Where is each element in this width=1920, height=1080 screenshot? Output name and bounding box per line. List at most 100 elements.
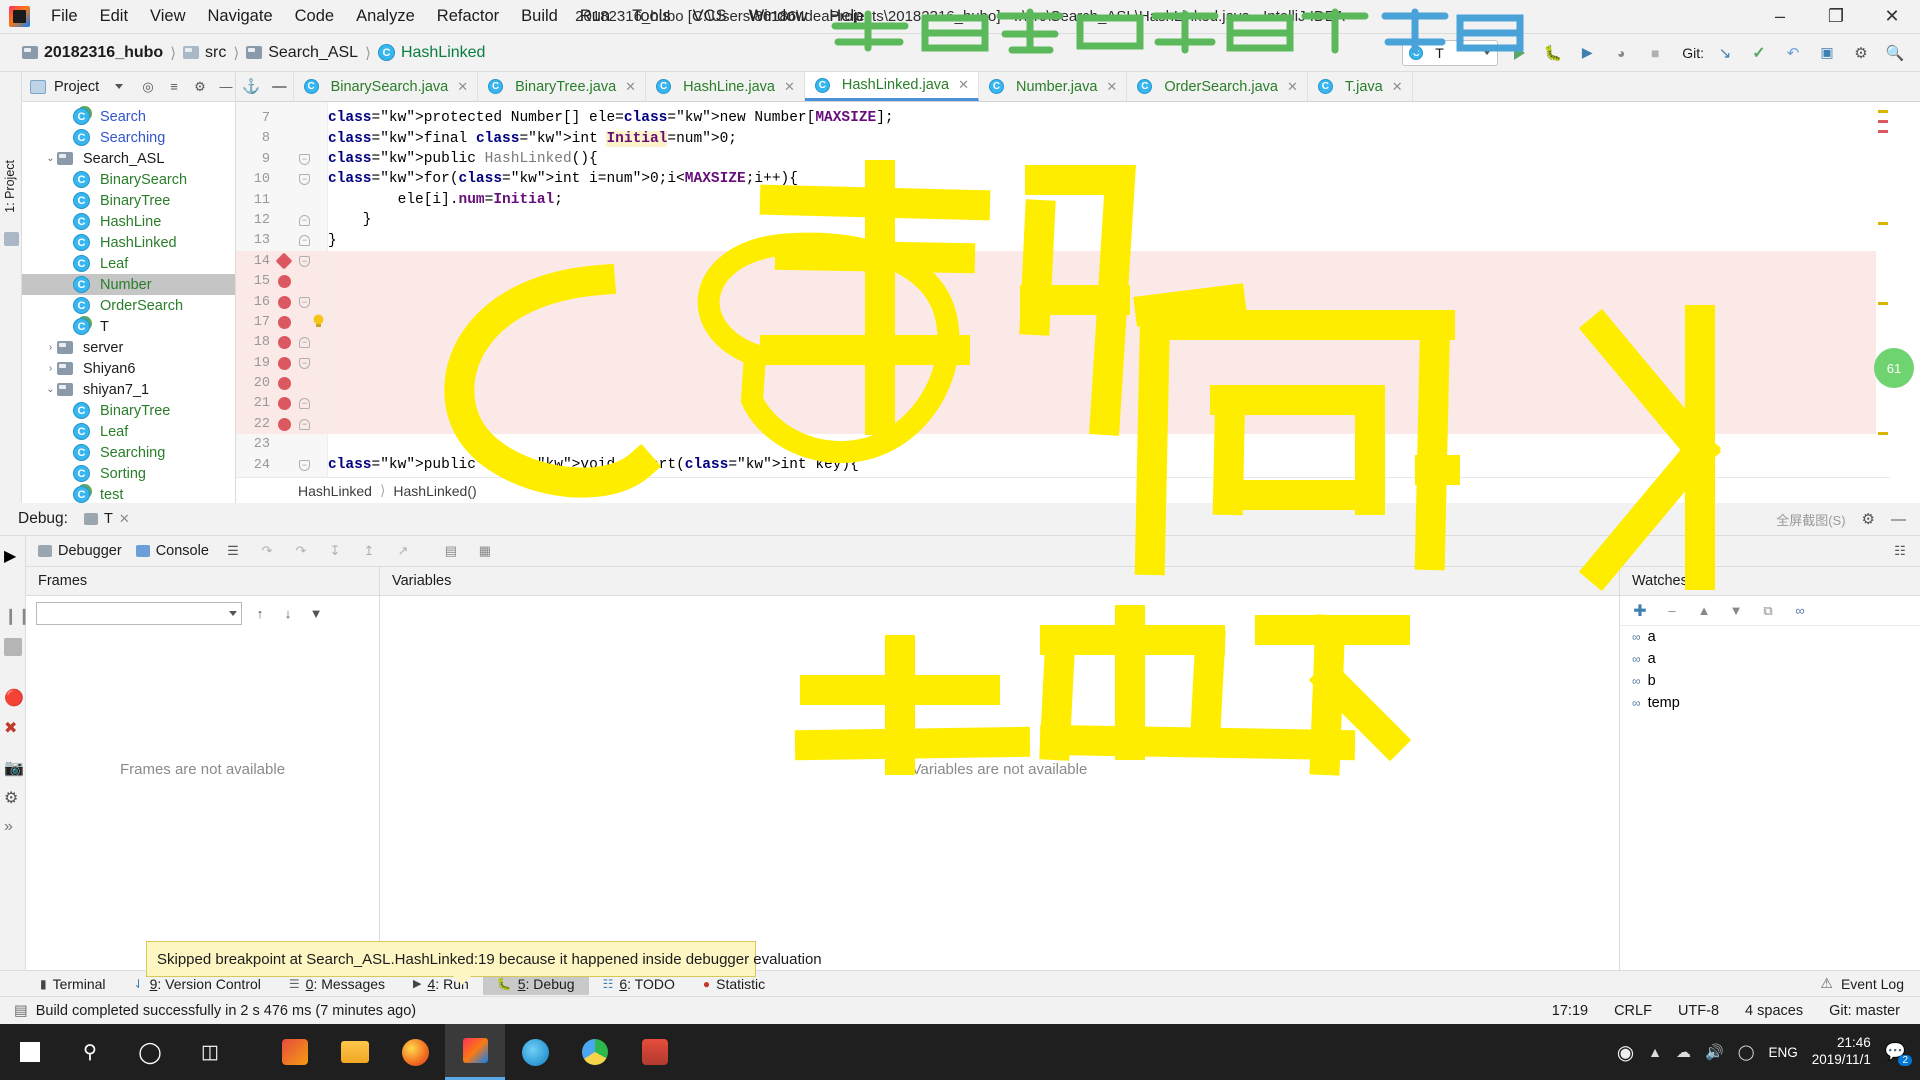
intention-bulb-icon[interactable] (312, 314, 325, 329)
taskbar-file-explorer[interactable] (325, 1024, 385, 1080)
gutter-line-9[interactable]: 9− (236, 149, 327, 169)
menu-navigate[interactable]: Navigate (197, 4, 284, 29)
breadcrumb-package[interactable]: Search_ASL (246, 44, 358, 62)
editor-tab-hashlinked-java[interactable]: C HashLinked.java ✕ (804, 72, 979, 101)
hide-tabs-icon[interactable]: — (266, 72, 294, 101)
editor-tab-binarysearch-java[interactable]: C BinarySearch.java ✕ (294, 72, 479, 101)
restore-layout-icon[interactable]: ☷ (1890, 541, 1910, 561)
more-icon[interactable]: » (4, 818, 22, 836)
gutter-line-11[interactable]: 11 (236, 190, 327, 210)
gutter-line-20[interactable]: 20 (236, 373, 327, 393)
tree-item-test[interactable]: Ctest (22, 484, 235, 505)
screenshot-button[interactable]: ▣ (1814, 40, 1840, 66)
start-button[interactable] (0, 1024, 60, 1080)
fold-marker-icon[interactable]: − (299, 357, 310, 369)
fold-marker-icon[interactable]: − (299, 418, 310, 430)
hide-icon[interactable]: — (217, 78, 235, 96)
taskbar-browser[interactable] (565, 1024, 625, 1080)
toolstrip-terminal[interactable]: ▮ Terminal (26, 973, 120, 995)
filter-icon[interactable]: ▼ (306, 603, 326, 623)
cortana-button[interactable]: ◯ (120, 1024, 180, 1080)
commit-button[interactable]: ✓ (1746, 40, 1772, 66)
taskbar-app-1[interactable] (265, 1024, 325, 1080)
gutter-line-19[interactable]: 19 − (236, 353, 327, 373)
gutter-line-21[interactable]: 21 − (236, 393, 327, 413)
editor-tab-hashline-java[interactable]: C HashLine.java ✕ (646, 72, 805, 101)
tree-item-binarytree[interactable]: C BinaryTree (22, 190, 235, 211)
tab-debugger[interactable]: Debugger (38, 543, 122, 559)
show-execution-point-icon[interactable]: ↷ (257, 541, 277, 561)
run-with-coverage-button[interactable]: ▶ (1574, 40, 1600, 66)
gutter-line-10[interactable]: 10 − (236, 169, 327, 189)
profile-button[interactable]: ◕ (1608, 40, 1634, 66)
pin-tab-icon[interactable]: ⚓ (236, 72, 266, 101)
breadcrumb-class[interactable]: C HashLinked (377, 44, 485, 62)
taskbar-firefox[interactable] (385, 1024, 445, 1080)
tree-item-search[interactable]: C Search (22, 106, 235, 127)
gutter-line-13[interactable]: 13 − (236, 230, 327, 250)
debug-button[interactable]: 🐛 (1540, 40, 1566, 66)
gutter-line-22[interactable]: 22 − (236, 414, 327, 434)
tree-item-searching[interactable]: C Searching (22, 442, 235, 463)
tree-item-hashlinked[interactable]: C HashLinked (22, 232, 235, 253)
glasses-icon[interactable]: ∞ (1790, 601, 1810, 621)
step-out-icon[interactable]: ↗ (393, 541, 413, 561)
event-log-label[interactable]: Event Log (1841, 976, 1904, 992)
run-to-cursor-icon[interactable]: ▦ (475, 541, 495, 561)
step-into-icon[interactable]: ↧ (325, 541, 345, 561)
close-session-icon[interactable]: ✕ (119, 511, 130, 527)
gutter-line-18[interactable]: 18 − (236, 332, 327, 352)
menu-analyze[interactable]: Analyze (345, 4, 426, 29)
code-line-23[interactable] (328, 434, 1890, 454)
pause-icon[interactable]: ❙❙ (4, 606, 31, 625)
run-configuration-selector[interactable]: C T (1402, 39, 1499, 66)
move-down-icon[interactable]: ▼ (1726, 601, 1746, 621)
editor-tab-t-java[interactable]: C T.java ✕ (1308, 72, 1413, 101)
menu-vcs[interactable]: VCS (682, 4, 738, 29)
indent-setting[interactable]: 4 spaces (1745, 1003, 1803, 1019)
chevron-down-icon[interactable] (115, 84, 123, 89)
gutter-line-15[interactable]: 15 (236, 271, 327, 291)
fold-marker-icon[interactable]: − (299, 153, 310, 165)
chevron-icon[interactable]: ⌄ (44, 153, 57, 164)
tray-up-icon[interactable]: ▲ (1648, 1044, 1662, 1060)
code-line-8[interactable]: class ="kw">final class ="kw">int Initial =… (328, 128, 1890, 148)
chevron-icon[interactable]: › (44, 363, 57, 374)
breakpoint-icon[interactable] (278, 336, 291, 350)
fold-marker-icon[interactable]: − (299, 398, 310, 410)
clock[interactable]: 21:46 2019/11/1 (1812, 1035, 1871, 1069)
menu-code[interactable]: Code (284, 4, 345, 29)
tree-item-number[interactable]: C Number (22, 274, 235, 295)
tab-console[interactable]: Console (135, 543, 209, 559)
run-button[interactable] (1506, 40, 1532, 66)
breadcrumb-class-name[interactable]: HashLinked (298, 483, 372, 499)
tray-app-icon[interactable]: ◉ (1617, 1040, 1634, 1065)
taskbar-edge[interactable] (505, 1024, 565, 1080)
tree-item-searching[interactable]: C Searching (22, 127, 235, 148)
tree-item-search_asl[interactable]: ⌄ Search_ASL (22, 148, 235, 169)
tree-item-sorting[interactable]: C Sorting (22, 463, 235, 484)
camera-icon[interactable]: 📷 (4, 758, 24, 777)
editor-scrollbar[interactable] (1876, 102, 1890, 477)
editor-code-area[interactable]: class ="kw">protected Number[] ele= class =… (328, 102, 1890, 477)
rail-item-project[interactable]: 1: Project (3, 160, 17, 213)
line-separator[interactable]: CRLF (1614, 1003, 1652, 1019)
tree-item-leaf[interactable]: C Leaf (22, 421, 235, 442)
caret-position[interactable]: 17:19 (1552, 1003, 1588, 1019)
code-line-24[interactable]: class ="kw">public class ="kw">void Insert… (328, 455, 1890, 475)
gutter-line-16[interactable]: 16 − (236, 292, 327, 312)
breakpoint-icon[interactable] (278, 275, 291, 289)
menu-build[interactable]: Build (510, 4, 569, 29)
git-branch[interactable]: Git: master (1829, 1003, 1900, 1019)
chevron-icon[interactable]: ⌄ (44, 384, 57, 395)
code-line-13[interactable]: } (328, 230, 1890, 250)
menu-view[interactable]: View (139, 4, 196, 29)
menu-tools[interactable]: Tools (621, 4, 682, 29)
task-view-button[interactable]: ◫ (180, 1024, 240, 1080)
editor-gutter[interactable]: 7 8 9−10−11 12−13−14−15 16−17 18−19−20 21−22−2… (236, 102, 328, 493)
gutter-line-7[interactable]: 7 (236, 108, 327, 128)
debug-session-tab[interactable]: T ✕ (78, 509, 136, 529)
editor-tab-ordersearch-java[interactable]: C OrderSearch.java ✕ (1127, 72, 1308, 101)
fold-marker-icon[interactable]: − (299, 235, 310, 247)
watch-item[interactable]: ∞ a (1620, 626, 1920, 648)
